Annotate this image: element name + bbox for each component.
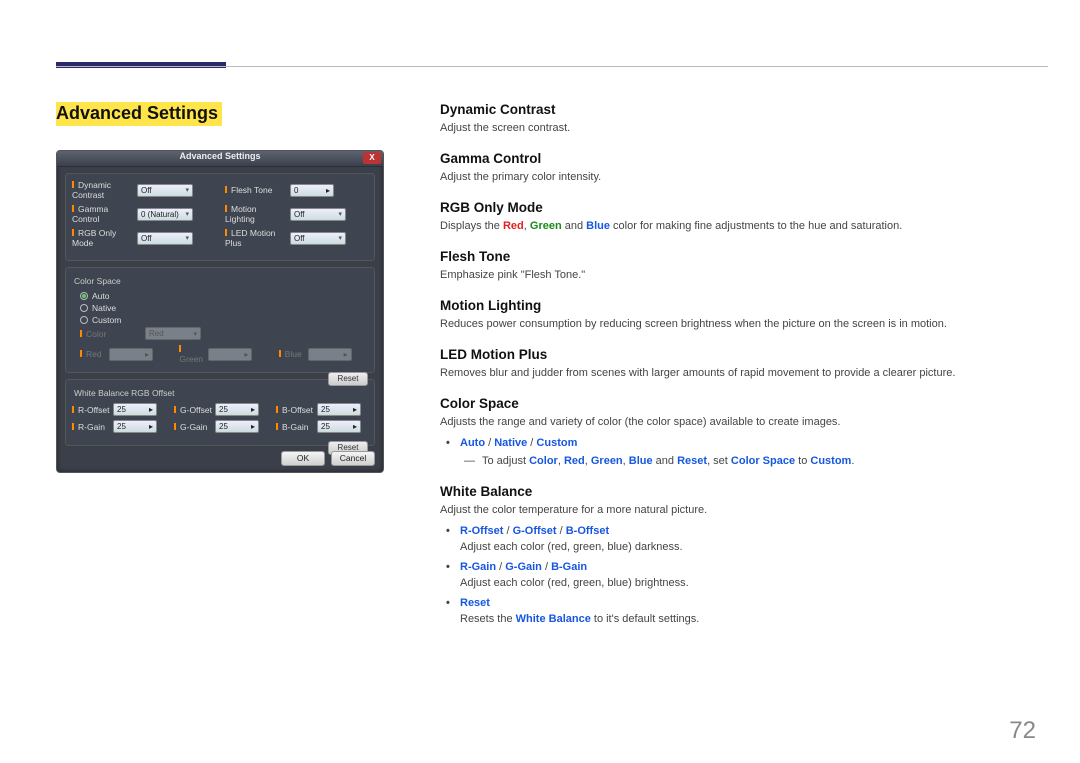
close-icon[interactable]: X	[363, 152, 381, 164]
list-item: Reset Resets the White Balance to it's d…	[460, 595, 1040, 628]
list-item: Auto / Native / Custom To adjust Color, …	[460, 435, 1040, 470]
chevron-down-icon: ▾	[185, 186, 189, 194]
text: Emphasize pink "Flesh Tone."	[440, 268, 1040, 284]
label-dynamic-contrast: Dynamic Contrast	[72, 180, 134, 200]
label-green: Green	[179, 344, 205, 364]
select-rgb-only[interactable]: Off▾	[137, 232, 193, 245]
heading-led-motion-plus: LED Motion Plus	[440, 347, 1040, 362]
radio-label: Native	[92, 303, 116, 313]
label-blue: Blue	[279, 349, 305, 359]
chevron-down-icon: ▾	[338, 210, 342, 218]
radio-auto[interactable]: Auto	[80, 291, 368, 301]
text: Adjust the primary color intensity.	[440, 170, 1040, 186]
text: Displays the Red, Green and Blue color f…	[440, 219, 1040, 235]
header-accent-bar	[56, 62, 226, 68]
text: Reduces power consumption by reducing sc…	[440, 317, 1040, 333]
spin-g-offset[interactable]: 25▸	[215, 403, 259, 416]
radio-native[interactable]: Native	[80, 303, 368, 313]
chevron-down-icon: ▾	[338, 234, 342, 242]
page-number: 72	[1009, 717, 1036, 745]
label-rgb-only: RGB Only Mode	[72, 228, 134, 248]
heading-rgb-only: RGB Only Mode	[440, 200, 1040, 215]
text: Removes blur and judder from scenes with…	[440, 366, 1040, 382]
dialog-title: Advanced Settings	[179, 151, 260, 161]
label-g-gain: G-Gain	[174, 422, 212, 432]
radio-icon	[80, 292, 88, 300]
spin-b-offset[interactable]: 25▸	[317, 403, 361, 416]
heading-flesh-tone: Flesh Tone	[440, 249, 1040, 264]
select-color: Red▾	[145, 327, 201, 340]
list-item: R-Offset / G-Offset / B-Offset Adjust ea…	[460, 523, 1040, 556]
label-b-offset: B-Offset	[276, 405, 314, 415]
spin-flesh-tone[interactable]: 0▸	[290, 184, 334, 197]
radio-custom[interactable]: Custom	[80, 315, 368, 325]
select-motion-lighting[interactable]: Off▾	[290, 208, 346, 221]
list-item: R-Gain / G-Gain / B-Gain Adjust each col…	[460, 559, 1040, 592]
spin-r-gain[interactable]: 25▸	[113, 420, 157, 433]
heading-white-balance: White Balance	[440, 484, 1040, 499]
spin-green: ▸	[208, 348, 252, 361]
label-r-gain: R-Gain	[72, 422, 110, 432]
radio-label: Custom	[92, 315, 121, 325]
text: Adjusts the range and variety of color (…	[440, 415, 1040, 431]
panel-white-balance: White Balance RGB Offset R-Offset25▸ G-O…	[65, 379, 375, 446]
label-g-offset: G-Offset	[174, 405, 212, 415]
heading-dynamic-contrast: Dynamic Contrast	[440, 102, 1040, 117]
label-red: Red	[80, 349, 106, 359]
text: Adjust the color temperature for a more …	[440, 503, 1040, 519]
chevron-down-icon: ▾	[185, 210, 189, 218]
reset-button[interactable]: Reset	[328, 372, 368, 386]
spin-g-gain[interactable]: 25▸	[215, 420, 259, 433]
panel-top: Dynamic Contrast Off▾ Flesh Tone 0▸ Gamm…	[65, 173, 375, 261]
text: Adjust the screen contrast.	[440, 121, 1040, 137]
label-gamma-control: Gamma Control	[72, 204, 134, 224]
chevron-right-icon: ▸	[326, 186, 330, 195]
label-r-offset: R-Offset	[72, 405, 110, 415]
panel-title-white-balance: White Balance RGB Offset	[74, 388, 368, 398]
heading-gamma-control: Gamma Control	[440, 151, 1040, 166]
list-item: To adjust Color, Red, Green, Blue and Re…	[482, 453, 1040, 470]
radio-label: Auto	[92, 291, 110, 301]
dialog-titlebar: Advanced Settings X	[57, 151, 383, 167]
spin-r-offset[interactable]: 25▸	[113, 403, 157, 416]
chevron-down-icon: ▾	[185, 234, 189, 242]
heading-motion-lighting: Motion Lighting	[440, 298, 1040, 313]
label-led-motion-plus: LED Motion Plus	[225, 228, 287, 248]
panel-title-color-space: Color Space	[74, 276, 368, 286]
label-motion-lighting: Motion Lighting	[225, 204, 287, 224]
header-divider	[56, 66, 1048, 67]
panel-color-space: Color Space Auto Native Custom ColorRed▾…	[65, 267, 375, 373]
spin-red: ▸	[109, 348, 153, 361]
label-b-gain: B-Gain	[276, 422, 314, 432]
label-color: Color	[80, 329, 142, 339]
label-flesh-tone: Flesh Tone	[225, 185, 287, 195]
heading-color-space: Color Space	[440, 396, 1040, 411]
spin-b-gain[interactable]: 25▸	[317, 420, 361, 433]
spin-blue: ▸	[308, 348, 352, 361]
select-dynamic-contrast[interactable]: Off▾	[137, 184, 193, 197]
radio-icon	[80, 316, 88, 324]
cancel-button[interactable]: Cancel	[331, 451, 375, 466]
radio-icon	[80, 304, 88, 312]
section-title: Advanced Settings	[56, 102, 222, 126]
advanced-settings-dialog: Advanced Settings X Dynamic Contrast Off…	[56, 150, 384, 473]
select-gamma-control[interactable]: 0 (Natural)▾	[137, 208, 193, 221]
ok-button[interactable]: OK	[281, 451, 325, 466]
select-led-motion-plus[interactable]: Off▾	[290, 232, 346, 245]
